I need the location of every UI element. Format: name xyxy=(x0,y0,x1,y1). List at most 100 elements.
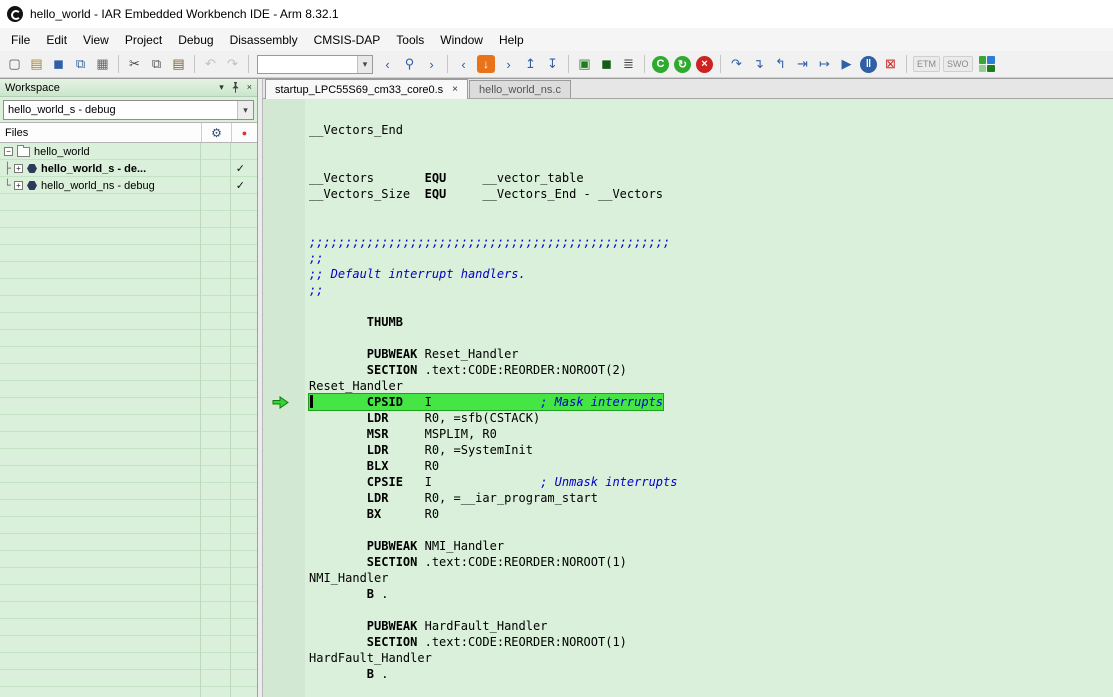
expander-icon[interactable]: + xyxy=(14,164,23,173)
expander-icon[interactable]: − xyxy=(4,147,13,156)
open-document-button[interactable]: ▤ xyxy=(26,54,47,75)
code-line[interactable]: THUMB xyxy=(309,314,1113,330)
reset-button[interactable]: ↓ xyxy=(477,55,495,73)
save-button[interactable]: ◼ xyxy=(48,54,69,75)
next-location-button[interactable]: ↧ xyxy=(542,54,563,75)
current-execution-line[interactable]: CPSID I ; Mask interrupts xyxy=(309,394,1113,410)
stop-debugging-button[interactable]: ⊠ xyxy=(880,54,901,75)
find-previous-button[interactable]: ‹ xyxy=(377,54,398,75)
code-line[interactable]: LDR R0, =sfb(CSTACK) xyxy=(309,410,1113,426)
code-line[interactable] xyxy=(309,138,1113,154)
menu-item-tools[interactable]: Tools xyxy=(388,30,432,50)
code-line[interactable] xyxy=(309,330,1113,346)
code-line[interactable]: BLX R0 xyxy=(309,458,1113,474)
chevron-down-icon[interactable]: ▾ xyxy=(237,101,253,119)
tab-startup-lpc55s69-cm33-core0-s[interactable]: startup_LPC55S69_cm33_core0.s× xyxy=(265,79,468,99)
code-line[interactable] xyxy=(309,522,1113,538)
step-into-button[interactable]: ↴ xyxy=(748,54,769,75)
new-document-button[interactable]: ▢ xyxy=(4,54,25,75)
go-button[interactable]: ▶ xyxy=(836,54,857,75)
crun-button[interactable]: ↻ xyxy=(674,56,691,73)
menu-item-disassembly[interactable]: Disassembly xyxy=(222,30,306,50)
code-line[interactable]: __Vectors_Size EQU __Vectors_End - __Vec… xyxy=(309,186,1113,202)
code-line[interactable] xyxy=(309,298,1113,314)
code-line[interactable]: B . xyxy=(309,586,1113,602)
redo-button[interactable]: ↷ xyxy=(222,54,243,75)
pin-icon[interactable] xyxy=(231,82,240,93)
code-line[interactable] xyxy=(309,106,1113,122)
menu-item-edit[interactable]: Edit xyxy=(38,30,75,50)
cstat-analyze-button[interactable]: C xyxy=(652,56,669,73)
code-line[interactable] xyxy=(309,154,1113,170)
code-line[interactable]: SECTION .text:CODE:REORDER:NOROOT(1) xyxy=(309,554,1113,570)
editor-gutter[interactable] xyxy=(263,99,305,697)
close-icon[interactable]: × xyxy=(452,84,458,95)
menu-item-view[interactable]: View xyxy=(75,30,117,50)
close-icon[interactable]: × xyxy=(247,83,252,92)
stop-build-button[interactable]: × xyxy=(696,56,713,73)
find-next-button[interactable]: › xyxy=(421,54,442,75)
code-line[interactable]: PUBWEAK Reset_Handler xyxy=(309,346,1113,362)
code-line[interactable]: BX R0 xyxy=(309,506,1113,522)
print-button[interactable]: ▦ xyxy=(92,54,113,75)
save-all-button[interactable]: ⧉ xyxy=(70,54,91,75)
code-line[interactable] xyxy=(309,602,1113,618)
code-line[interactable]: MSR MSPLIM, R0 xyxy=(309,426,1113,442)
menu-item-cmsis-dap[interactable]: CMSIS-DAP xyxy=(306,30,389,50)
code-line[interactable]: PUBWEAK HardFault_Handler xyxy=(309,618,1113,634)
files-header-options[interactable]: ⚙ xyxy=(201,123,231,142)
windows-grid-button[interactable] xyxy=(979,56,995,72)
code-line[interactable]: LDR R0, =SystemInit xyxy=(309,442,1113,458)
menu-item-project[interactable]: Project xyxy=(117,30,170,50)
code-line[interactable]: ;; xyxy=(309,250,1113,266)
make-button[interactable]: ◼ xyxy=(596,54,617,75)
code-line[interactable]: __Vectors_End xyxy=(309,122,1113,138)
tab-hello-world-ns-c[interactable]: hello_world_ns.c xyxy=(469,80,571,98)
gear-icon[interactable]: ⚙ xyxy=(211,126,222,140)
menu-item-debug[interactable]: Debug xyxy=(170,30,221,50)
find-combobox[interactable]: ▾ xyxy=(257,55,373,74)
dropdown-arrow-icon[interactable]: ▾ xyxy=(357,56,372,73)
menu-item-file[interactable]: File xyxy=(3,30,38,50)
build-config-dropdown[interactable]: hello_world_s - debug ▾ xyxy=(3,100,254,120)
tree-item-hello-world[interactable]: −hello_world xyxy=(0,143,257,160)
code-line[interactable]: ;;;;;;;;;;;;;;;;;;;;;;;;;;;;;;;;;;;;;;;;… xyxy=(309,234,1113,250)
code-line[interactable]: SECTION .text:CODE:REORDER:NOROOT(1) xyxy=(309,634,1113,650)
etm-button[interactable]: ETM xyxy=(913,56,940,72)
batch-build-button[interactable]: ≣ xyxy=(618,54,639,75)
undo-button[interactable]: ↶ xyxy=(200,54,221,75)
code-line[interactable] xyxy=(309,218,1113,234)
swo-button[interactable]: SWO xyxy=(943,56,973,72)
copy-button[interactable]: ⧉ xyxy=(146,54,167,75)
code-line[interactable]: HardFault_Handler xyxy=(309,650,1113,666)
navigate-forward-button[interactable]: › xyxy=(498,54,519,75)
next-statement-button[interactable]: ⇥ xyxy=(792,54,813,75)
tree-item-hello-world-s-de[interactable]: ├+hello_world_s - de...✓ xyxy=(0,160,257,177)
code-line[interactable]: LDR R0, =__iar_program_start xyxy=(309,490,1113,506)
code-line[interactable]: Reset_Handler xyxy=(309,378,1113,394)
find-button[interactable]: ⚲ xyxy=(399,54,420,75)
code-line[interactable]: SECTION .text:CODE:REORDER:NOROOT(2) xyxy=(309,362,1113,378)
code-line[interactable]: ;; Default interrupt handlers. xyxy=(309,266,1113,282)
previous-location-button[interactable]: ↥ xyxy=(520,54,541,75)
step-over-button[interactable]: ↷ xyxy=(726,54,747,75)
expander-icon[interactable]: + xyxy=(14,181,23,190)
code-line[interactable]: CPSIE I ; Unmask interrupts xyxy=(309,474,1113,490)
break-button[interactable]: ‖ xyxy=(860,56,877,73)
code-line[interactable]: __Vectors EQU __vector_table xyxy=(309,170,1113,186)
code-line[interactable] xyxy=(309,202,1113,218)
run-to-cursor-button[interactable]: ↦ xyxy=(814,54,835,75)
cut-button[interactable]: ✂ xyxy=(124,54,145,75)
code-line[interactable]: B . xyxy=(309,666,1113,682)
window-menu-icon[interactable]: ▾ xyxy=(219,83,224,92)
menu-item-help[interactable]: Help xyxy=(491,30,532,50)
navigate-backward-button[interactable]: ‹ xyxy=(453,54,474,75)
menu-item-window[interactable]: Window xyxy=(432,30,491,50)
code-area[interactable]: __Vectors_End __Vectors EQU __vector_tabl… xyxy=(305,99,1113,697)
code-line[interactable]: PUBWEAK NMI_Handler xyxy=(309,538,1113,554)
compile-button[interactable]: ▣ xyxy=(574,54,595,75)
tree-item-hello-world-ns-debug[interactable]: └+hello_world_ns - debug✓ xyxy=(0,177,257,194)
code-line[interactable]: ;; xyxy=(309,282,1113,298)
files-tree[interactable]: −hello_world├+hello_world_s - de...✓└+he… xyxy=(0,143,257,697)
step-out-button[interactable]: ↰ xyxy=(770,54,791,75)
